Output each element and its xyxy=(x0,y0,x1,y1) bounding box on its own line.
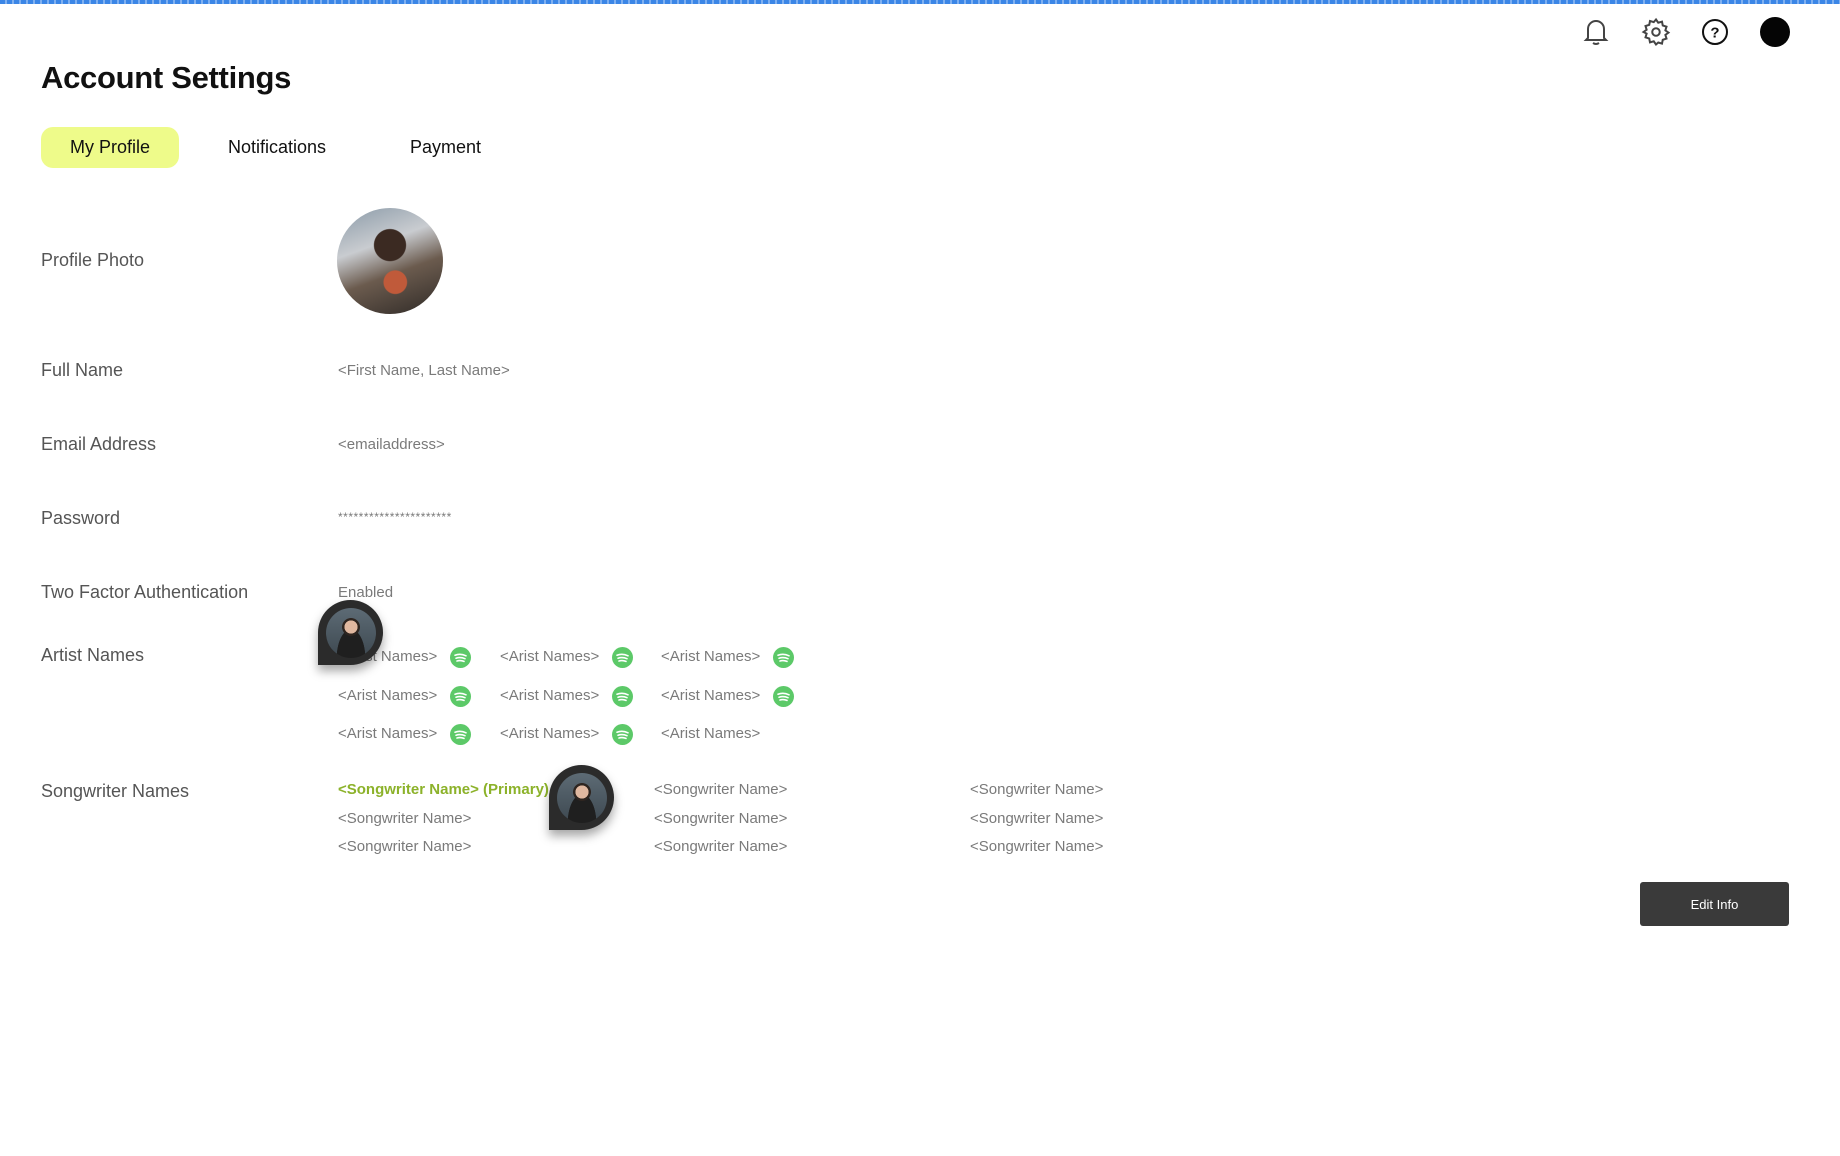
songwriter-name: <Songwriter Name> xyxy=(970,838,1104,855)
email-label: Email Address xyxy=(41,434,157,454)
spotify-icon[interactable] xyxy=(450,647,471,668)
bell-icon[interactable] xyxy=(1581,17,1611,47)
artist-name: <Arist Names> xyxy=(338,725,438,742)
artist-name: <Arist Names> xyxy=(661,687,761,704)
spotify-icon[interactable] xyxy=(773,686,794,707)
artist-name: <Arist Names> xyxy=(661,648,761,665)
artist-name: <Arist Names> xyxy=(338,687,438,704)
profile-photo[interactable] xyxy=(337,208,443,314)
artist-name: <Arist Names> xyxy=(500,687,600,704)
spotify-icon[interactable] xyxy=(612,724,633,745)
spotify-icon[interactable] xyxy=(773,647,794,668)
tab-notifications[interactable]: Notifications xyxy=(228,127,326,168)
songwriter-name: <Songwriter Name> xyxy=(654,781,788,798)
artist-name: <Arist Names> xyxy=(500,648,600,665)
spotify-icon[interactable] xyxy=(450,724,471,745)
full-name-label: Full Name xyxy=(41,360,124,380)
songwriter-name: <Songwriter Name> xyxy=(970,781,1104,798)
email-value: <emailaddress> xyxy=(338,436,445,453)
artist-name: <Arist Names> xyxy=(500,725,600,742)
tfa-label: Two Factor Authentication xyxy=(41,582,249,602)
spotify-icon[interactable] xyxy=(612,686,633,707)
songwriter-name: <Songwriter Name> xyxy=(338,810,472,827)
profile-photo-label: Profile Photo xyxy=(41,250,145,270)
avatar[interactable] xyxy=(1760,17,1790,47)
password-label: Password xyxy=(41,508,121,528)
songwriter-name: <Songwriter Name> xyxy=(654,838,788,855)
songwriter-names-label: Songwriter Names xyxy=(41,781,190,801)
edit-info-button[interactable]: Edit Info xyxy=(1640,882,1789,926)
help-icon[interactable]: ? xyxy=(1700,17,1730,47)
tab-payment[interactable]: Payment xyxy=(410,127,481,168)
gear-icon[interactable] xyxy=(1641,17,1671,47)
collaborator-cursor-avatar xyxy=(549,765,614,830)
tab-my-profile[interactable]: My Profile xyxy=(41,127,180,168)
tfa-value: Enabled xyxy=(338,584,394,601)
page-title: Account Settings xyxy=(41,60,292,95)
svg-text:?: ? xyxy=(1710,25,1719,42)
top-border xyxy=(0,0,1840,4)
full-name-value: <First Name, Last Name> xyxy=(338,362,510,379)
artist-names-label: Artist Names xyxy=(41,645,145,665)
spotify-icon[interactable] xyxy=(612,647,633,668)
artist-name: <Arist Names> xyxy=(661,725,761,742)
primary-songwriter-name: <Songwriter Name> (Primary) xyxy=(338,781,549,798)
songwriter-name: <Songwriter Name> xyxy=(970,810,1104,827)
spotify-icon[interactable] xyxy=(450,686,471,707)
collaborator-cursor-avatar xyxy=(318,600,383,665)
password-value: ********************** xyxy=(338,510,452,524)
songwriter-name: <Songwriter Name> xyxy=(338,838,472,855)
songwriter-name: <Songwriter Name> xyxy=(654,810,788,827)
